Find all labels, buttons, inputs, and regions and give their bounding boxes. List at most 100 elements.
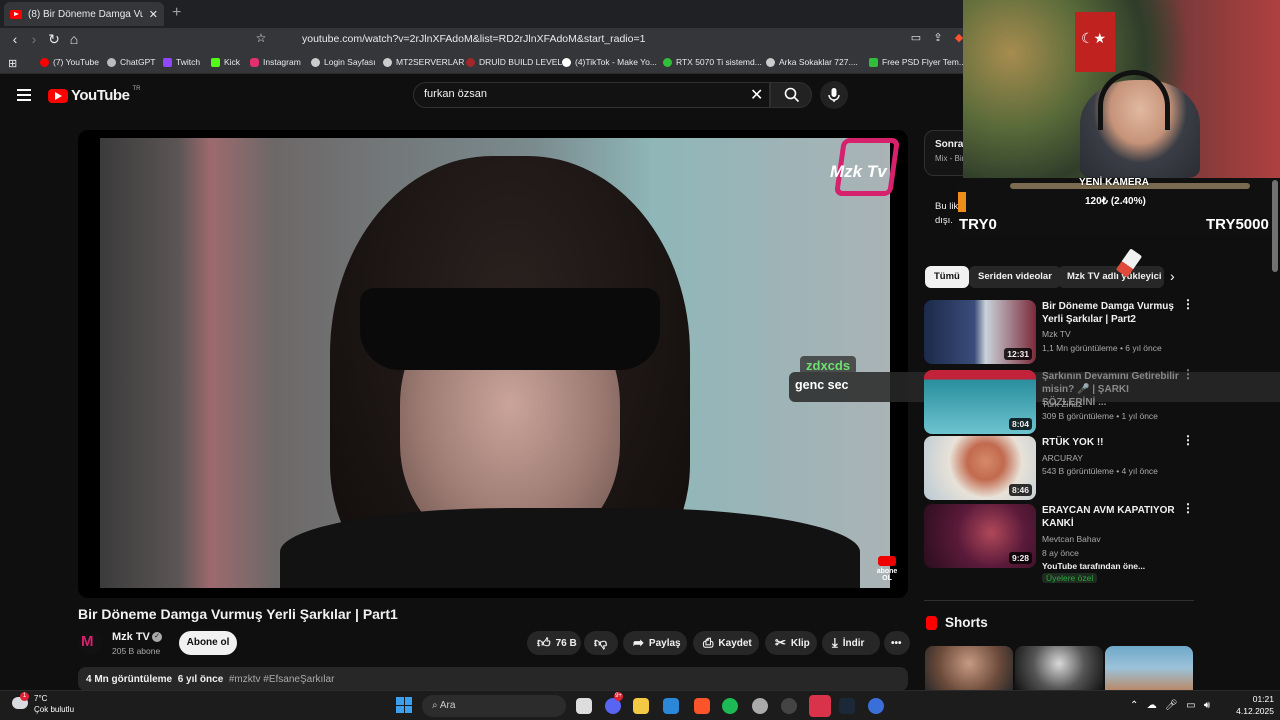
microphone-icon <box>828 88 840 102</box>
system-tray[interactable]: ⌃ ☁ 🎤︎ ▭ 🔊︎ <box>1130 700 1210 711</box>
bookmark-druid[interactable]: DRUİD BUILD LEVEL <box>466 57 562 67</box>
youtube-icon <box>40 57 49 67</box>
game-launcher-icon[interactable] <box>781 698 797 714</box>
home-icon[interactable]: ⌂ <box>65 31 83 47</box>
divider <box>924 600 1194 601</box>
channel-name[interactable]: Mzk TV <box>112 631 150 643</box>
list-item[interactable]: 8:46 RTÜK YOK !! ARCURAY 543 B görüntüle… <box>924 434 1194 500</box>
video-thumbnail[interactable]: 8:46 <box>924 436 1036 500</box>
more-actions-button[interactable]: ••• <box>884 631 910 655</box>
video-title: Bir Döneme Damga Vurmuş Yerli Şarkılar |… <box>78 606 398 622</box>
subscribe-button[interactable]: Abone ol <box>179 631 237 655</box>
more-vertical-icon[interactable]: ⋮ <box>1182 298 1194 310</box>
store-icon[interactable] <box>663 698 679 714</box>
spotify-icon[interactable] <box>722 698 738 714</box>
goal-amount: 120₺ (2.40%) <box>1085 196 1146 207</box>
goal-progress-fill <box>958 192 966 212</box>
url-field[interactable]: youtube.com/watch?v=2rJlnXFAdoM&list=RD2… <box>278 30 958 50</box>
chip-all[interactable]: Tümü <box>925 266 969 288</box>
obs-active-app-icon[interactable] <box>809 695 831 717</box>
bookmark-rtx[interactable]: RTX 5070 Ti sistemd... <box>663 57 762 67</box>
scrollbar-thumb[interactable] <box>1272 180 1278 272</box>
video-frame[interactable] <box>100 138 890 588</box>
weather-temperature[interactable]: 7°C <box>34 694 47 703</box>
short-thumbnail[interactable] <box>925 646 1013 690</box>
share-icon[interactable]: ⇪ <box>929 31 947 44</box>
brave-icon[interactable] <box>694 698 710 714</box>
short-thumbnail[interactable] <box>1105 646 1193 690</box>
bookmark-twitch[interactable]: Twitch <box>163 57 200 67</box>
task-view-icon[interactable] <box>576 698 592 714</box>
voice-search-button[interactable] <box>820 81 848 109</box>
reload-icon[interactable]: ↻ <box>45 31 63 48</box>
youtube-favicon-icon <box>10 9 22 19</box>
bookmark-tiktok[interactable]: (4)TikTok - Make Yo... <box>562 57 657 67</box>
video-thumbnail[interactable]: 9:28 <box>924 504 1036 568</box>
globe-icon <box>766 57 775 67</box>
more-vertical-icon[interactable]: ⋮ <box>1182 434 1194 446</box>
goal-title: YENİ KAMERA <box>1079 177 1150 188</box>
share-button[interactable]: ➦ Paylaş <box>623 631 687 655</box>
bookmark-kick[interactable]: Kick <box>211 57 240 67</box>
youtube-logo[interactable]: YouTube TR <box>48 86 140 104</box>
share-arrow-icon: ➦ <box>633 635 644 650</box>
chip-series-videos[interactable]: Seriden videolar <box>969 266 1061 288</box>
file-explorer-icon[interactable] <box>633 698 649 714</box>
bookmark-chatgpt[interactable]: ChatGPT <box>107 57 155 67</box>
clock-date[interactable]: 4.12.2025 <box>1228 706 1274 716</box>
hashtags[interactable]: #mzktv #EfsaneŞarkılar <box>229 674 335 685</box>
browser-tab[interactable]: (8) Bir Döneme Damga Vurmuş Yerli ✕ <box>4 2 164 26</box>
list-item[interactable]: 12:31 Bir Döneme Damga Vurmuş Yerli Şark… <box>924 298 1194 364</box>
weather-description[interactable]: Çok bulutlu <box>34 705 74 714</box>
short-thumbnail[interactable] <box>1015 646 1103 690</box>
goal-min: TRY0 <box>959 216 997 233</box>
bookmark-youtube[interactable]: (7) YouTube <box>40 57 99 67</box>
chip-uploader[interactable]: Mzk TV adlı yükleyici <box>1058 266 1164 288</box>
clock-time[interactable]: 01:21 <box>1240 694 1274 704</box>
video-player[interactable] <box>78 130 908 598</box>
goal-max: TRY5000 <box>1206 216 1269 233</box>
new-tab-button[interactable]: + <box>172 4 181 22</box>
youtube-subscribe-icon <box>878 556 896 566</box>
search-input[interactable]: furkan özsan <box>413 82 770 108</box>
list-item[interactable]: 8:04 Şarkının Devamını Getirebilir misin… <box>924 368 1194 434</box>
dislike-button[interactable]: 👎︎ <box>584 631 618 655</box>
list-item[interactable]: 9:28 ERAYCAN AVM KAPATIYOR KANKİ Mevtcan… <box>924 502 1194 584</box>
back-icon[interactable]: ‹ <box>6 31 24 47</box>
windows-start-icon[interactable] <box>396 697 412 713</box>
power-icon <box>663 57 672 67</box>
description-box[interactable]: 4 Mn görüntüleme 6 yıl önce #mzktv #Efsa… <box>78 667 908 691</box>
steam-icon[interactable] <box>839 698 855 714</box>
more-vertical-icon[interactable]: ⋮ <box>1182 502 1194 514</box>
cast-icon[interactable]: ▭ <box>907 31 925 44</box>
search-button[interactable] <box>770 82 812 108</box>
taskbar-search[interactable]: ⌕ Ara <box>422 695 566 717</box>
bookmark-arka-sokaklar[interactable]: Arka Sokaklar 727.... <box>766 57 858 67</box>
chat-overlay-username: zdxcds <box>800 356 857 375</box>
clear-search-icon[interactable]: ✕ <box>750 85 763 105</box>
video-thumbnail[interactable]: 8:04 <box>924 370 1036 434</box>
save-button[interactable]: ⎙ Kaydet <box>693 631 759 655</box>
search-icon <box>784 87 800 103</box>
battlenet-icon[interactable] <box>868 698 884 714</box>
more-vertical-icon[interactable]: ⋮ <box>1182 368 1194 380</box>
like-button[interactable]: 👍︎ 76 B <box>527 631 581 655</box>
forward-icon[interactable]: › <box>25 31 43 47</box>
video-scene-sunglasses <box>360 288 660 370</box>
chevron-right-icon[interactable]: › <box>1170 268 1175 284</box>
bookmark-mt2serverlar[interactable]: MT2SERVERLAR <box>383 57 464 67</box>
video-thumbnail[interactable]: 12:31 <box>924 300 1036 364</box>
apps-grid-icon[interactable]: ⊞ <box>8 57 17 70</box>
settings-gear-icon[interactable] <box>752 698 768 714</box>
clip-button[interactable]: ✂ Klip <box>765 631 817 655</box>
close-tab-icon[interactable]: ✕ <box>149 8 158 21</box>
download-button[interactable]: ⤓ İndir <box>822 631 880 655</box>
bookmark-free-psd[interactable]: Free PSD Flyer Tem... <box>869 57 966 67</box>
bookmark-star-icon[interactable]: ☆ <box>252 31 270 45</box>
channel-avatar[interactable] <box>78 631 102 655</box>
hamburger-menu-icon[interactable] <box>17 89 31 101</box>
bookmark-instagram[interactable]: Instagram <box>250 57 301 67</box>
subscribe-watermark: abone OL <box>872 556 902 582</box>
bookmark-login[interactable]: Login Sayfası <box>311 57 376 67</box>
druid-icon <box>466 57 475 67</box>
